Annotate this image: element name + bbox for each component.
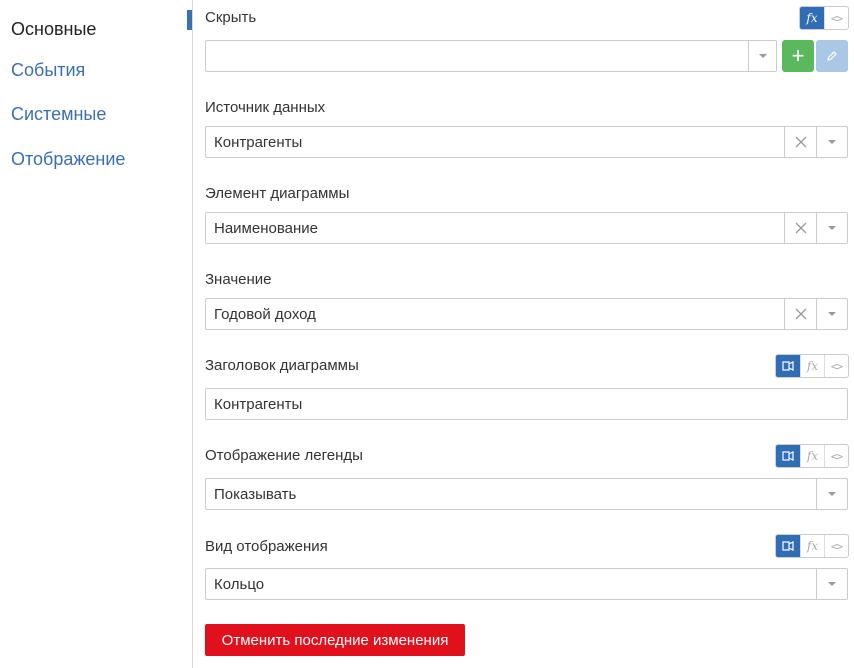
code-icon[interactable]: <> xyxy=(824,445,848,467)
legend-display-value: Показывать xyxy=(214,486,297,503)
code-icon[interactable]: <> xyxy=(824,7,848,29)
chart-title-value: Контрагенты xyxy=(214,396,303,413)
display-type-label: Вид отображения xyxy=(205,538,328,555)
chevron-down-icon xyxy=(828,140,836,144)
chevron-down-icon xyxy=(828,312,836,316)
translate-icon[interactable] xyxy=(776,355,800,377)
value-label: Значение xyxy=(205,271,272,288)
legend-display-dropdown-button[interactable] xyxy=(816,479,847,509)
data-source-select[interactable]: Контрагенты xyxy=(205,126,848,158)
sidebar-item-display[interactable]: Отображение xyxy=(11,149,125,170)
value-dropdown-button[interactable] xyxy=(816,299,847,329)
formula-icon[interactable]: fx xyxy=(800,355,824,377)
chevron-down-icon xyxy=(828,226,836,230)
display-type-select[interactable]: Кольцо xyxy=(205,568,848,600)
legend-display-label: Отображение легенды xyxy=(205,447,363,464)
display-type-value: Кольцо xyxy=(214,576,265,593)
chevron-down-icon xyxy=(828,492,836,496)
data-source-value: Контрагенты xyxy=(214,134,303,151)
chart-element-label: Элемент диаграммы xyxy=(205,185,350,202)
translate-icon[interactable] xyxy=(776,445,800,467)
edit-button[interactable] xyxy=(816,40,848,72)
sidebar-item-system[interactable]: Системные xyxy=(11,104,106,125)
chart-title-label: Заголовок диаграммы xyxy=(205,357,359,374)
plus-icon: + xyxy=(791,43,805,68)
translate-icon[interactable] xyxy=(776,535,800,557)
cancel-changes-button[interactable]: Отменить последние изменения xyxy=(205,624,465,656)
sidebar-item-events[interactable]: События xyxy=(11,60,85,81)
chevron-down-icon xyxy=(828,582,836,586)
chart-element-clear-button[interactable] xyxy=(784,213,816,243)
sidebar-item-main[interactable]: Основные xyxy=(11,19,96,40)
close-icon xyxy=(795,222,806,234)
formula-icon[interactable]: fx xyxy=(800,7,824,29)
display-type-mode-toggle: fx <> xyxy=(775,534,849,558)
chart-element-value: Наименование xyxy=(214,220,318,237)
code-icon[interactable]: <> xyxy=(824,355,848,377)
value-value: Годовой доход xyxy=(214,306,316,323)
close-icon xyxy=(795,308,806,320)
data-source-dropdown-button[interactable] xyxy=(816,127,847,157)
value-select[interactable]: Годовой доход xyxy=(205,298,848,330)
properties-panel: Скрыть fx <> + Источник данных Контраген… xyxy=(193,0,854,668)
formula-icon[interactable]: fx xyxy=(800,535,824,557)
hide-mode-toggle: fx <> xyxy=(799,6,849,30)
hide-dropdown-button[interactable] xyxy=(748,41,776,71)
sidebar: Основные События Системные Отображение xyxy=(0,0,193,668)
chart-element-dropdown-button[interactable] xyxy=(816,213,847,243)
chart-element-select[interactable]: Наименование xyxy=(205,212,848,244)
pencil-icon xyxy=(827,51,837,61)
add-button[interactable]: + xyxy=(782,40,814,72)
code-icon[interactable]: <> xyxy=(824,535,848,557)
hide-label: Скрыть xyxy=(205,9,257,26)
hide-select[interactable] xyxy=(205,40,777,72)
data-source-label: Источник данных xyxy=(205,99,326,116)
chevron-down-icon xyxy=(758,54,767,58)
formula-icon[interactable]: fx xyxy=(800,445,824,467)
value-clear-button[interactable] xyxy=(784,299,816,329)
chart-title-mode-toggle: fx <> xyxy=(775,354,849,378)
chart-title-input[interactable]: Контрагенты xyxy=(205,388,848,420)
close-icon xyxy=(795,136,806,148)
data-source-clear-button[interactable] xyxy=(784,127,816,157)
legend-display-select[interactable]: Показывать xyxy=(205,478,848,510)
display-type-dropdown-button[interactable] xyxy=(816,569,847,599)
legend-display-mode-toggle: fx <> xyxy=(775,444,849,468)
